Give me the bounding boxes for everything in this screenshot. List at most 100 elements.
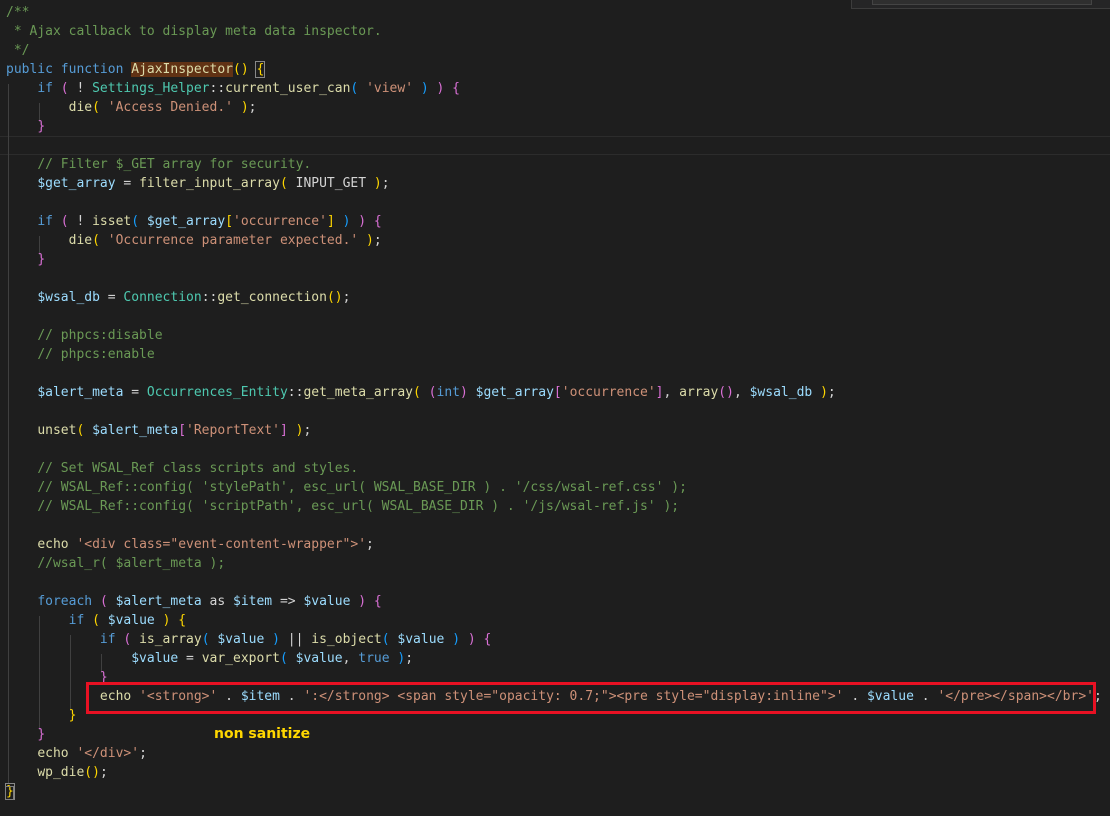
code-line[interactable]: die( 'Access Denied.' ); — [6, 98, 257, 117]
code-token: die — [68, 233, 93, 248]
code-line[interactable]: public function AjaxInspector() { — [6, 60, 266, 79]
code-token: // Filter $_GET array for security. — [37, 157, 312, 172]
code-token: ; — [373, 233, 382, 248]
code-token: $alert_meta — [37, 385, 124, 400]
code-token: ( — [279, 651, 288, 666]
code-line[interactable]: echo '</div>'; — [6, 744, 147, 763]
code-token: ; — [248, 100, 257, 115]
code-line[interactable]: //wsal_r( $alert_meta ); — [6, 554, 225, 573]
code-token: ] — [279, 423, 288, 438]
code-line[interactable]: if ( ! isset( $get_array['occurrence'] )… — [6, 212, 382, 231]
code-token: if — [37, 214, 53, 229]
code-token: current_user_can — [225, 81, 351, 96]
minimap[interactable] — [851, 0, 1110, 9]
code-line[interactable]: // WSAL_Ref::config( 'scriptPath', esc_u… — [6, 497, 679, 516]
code-token: $wsal_db — [749, 385, 813, 400]
code-line[interactable]: // Set WSAL_Ref class scripts and styles… — [6, 459, 358, 478]
code-token: true — [358, 651, 390, 666]
code-line[interactable]: if ( is_array( $value ) || is_object( $v… — [6, 630, 491, 649]
code-token: } — [37, 727, 46, 742]
code-line[interactable]: } — [6, 250, 45, 269]
code-token: ( — [201, 632, 210, 647]
code-line[interactable]: foreach ( $alert_meta as $item => $value… — [6, 592, 382, 611]
code-line[interactable]: $value = var_export( $value, true ); — [6, 649, 413, 668]
code-token: ; — [381, 176, 390, 191]
code-token: } — [37, 119, 46, 134]
code-line[interactable]: // Filter $_GET array for security. — [6, 155, 311, 174]
code-line[interactable]: die( 'Occurrence parameter expected.' ); — [6, 231, 382, 250]
code-token: if — [99, 632, 116, 647]
code-token: ) — [240, 100, 249, 115]
code-token: // phpcs:disable — [37, 328, 163, 343]
code-token: :: — [209, 81, 226, 96]
code-line[interactable]: $wsal_db = Connection::get_connection(); — [6, 288, 350, 307]
code-token: Settings_Helper — [92, 81, 210, 96]
code-token: ) — [366, 233, 374, 248]
code-line[interactable]: // WSAL_Ref::config( 'stylePath', esc_ur… — [6, 478, 687, 497]
code-line[interactable]: if ( $value ) { — [6, 611, 186, 630]
code-token: ( — [60, 214, 69, 229]
code-token: INPUT_GET — [287, 176, 374, 191]
code-line[interactable]: echo '<div class="event-content-wrapper"… — [6, 535, 374, 554]
code-token: { — [373, 594, 382, 609]
code-token: ; — [303, 423, 312, 438]
code-line[interactable]: // phpcs:enable — [6, 345, 154, 364]
code-line[interactable]: } — [6, 117, 45, 136]
code-token: ( — [92, 613, 100, 628]
code-token: ) — [358, 594, 367, 609]
code-token: if — [68, 613, 85, 628]
code-token: public — [6, 62, 53, 77]
code-token: 'Occurrence parameter expected.' — [107, 233, 359, 248]
code-line[interactable]: /** — [6, 3, 29, 22]
code-token: () — [326, 290, 343, 305]
code-line[interactable]: // phpcs:disable — [6, 326, 163, 345]
code-token: ! — [68, 214, 93, 229]
code-token: ( — [131, 214, 140, 229]
code-editor[interactable]: /** * Ajax callback to display meta data… — [0, 0, 1110, 816]
code-token: get_connection — [217, 290, 327, 305]
code-line[interactable]: wp_die(); — [6, 763, 107, 782]
code-token: $value — [303, 594, 351, 609]
code-token: filter_input_array — [139, 176, 280, 191]
code-token: , — [663, 385, 680, 400]
code-token: = — [178, 651, 202, 666]
code-line[interactable]: } — [6, 725, 45, 744]
code-line[interactable]: } — [6, 706, 77, 725]
code-line[interactable]: $get_array = filter_input_array( INPUT_G… — [6, 174, 390, 193]
code-token: ) — [467, 632, 476, 647]
code-line[interactable]: * Ajax callback to display meta data ins… — [6, 22, 382, 41]
code-token: 'ReportText' — [186, 423, 280, 438]
code-token: { — [373, 214, 382, 229]
code-token: { — [178, 613, 187, 628]
code-line[interactable]: if ( ! Settings_Helper::current_user_can… — [6, 79, 460, 98]
code-token: */ — [6, 43, 30, 58]
code-line[interactable]: */ — [6, 41, 30, 60]
code-line[interactable]: unset( $alert_meta['ReportText'] ); — [6, 421, 311, 440]
code-token: echo — [37, 537, 69, 552]
code-token: ( — [413, 385, 421, 400]
code-token: $alert_meta — [115, 594, 202, 609]
code-token: is_object — [311, 632, 382, 647]
code-token: :: — [201, 290, 218, 305]
code-token: ( — [60, 81, 69, 96]
code-line[interactable]: $alert_meta = Occurrences_Entity::get_me… — [6, 383, 835, 402]
